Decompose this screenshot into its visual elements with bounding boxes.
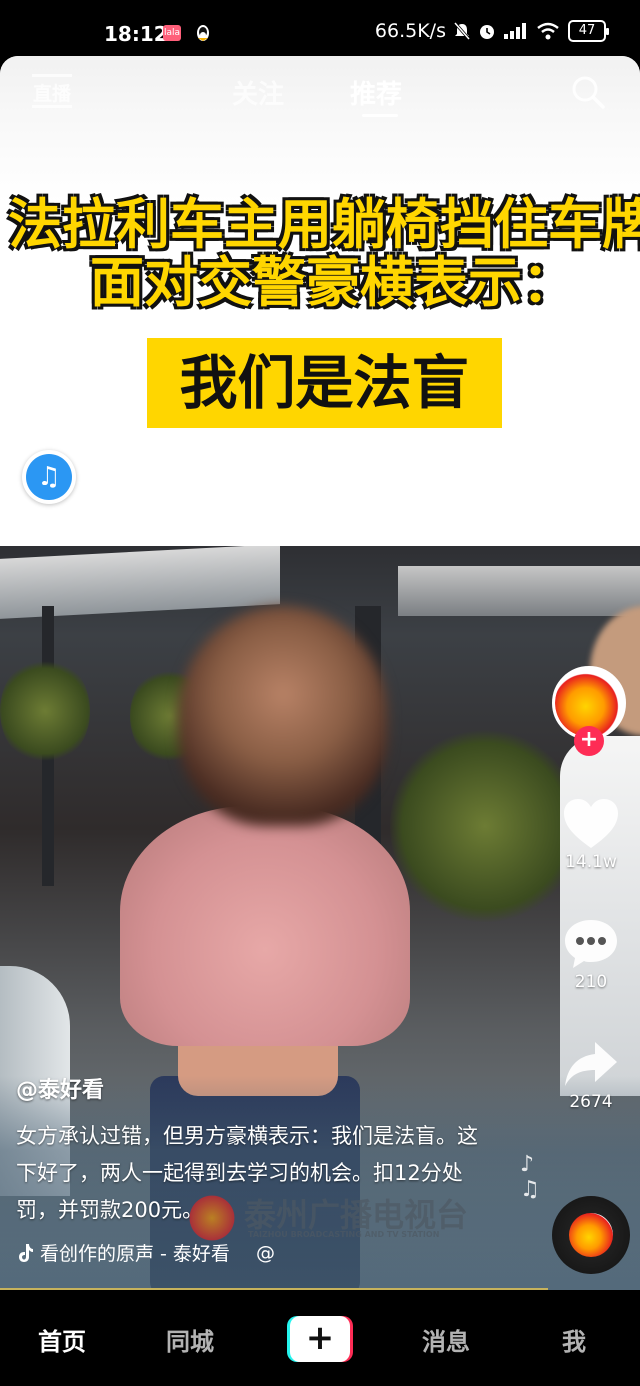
alarm-icon	[480, 25, 494, 39]
floating-music-notes-icon: ♪ ♫	[520, 1152, 540, 1202]
caption-background: 法拉利车主用躺椅挡住车牌 面对交警豪横表示： 我们是法盲 ♫	[0, 56, 640, 546]
nav-messages[interactable]: 消息	[422, 1322, 470, 1357]
broadcaster-logo-icon	[186, 1192, 238, 1244]
network-speed: 66.5K/s	[374, 20, 446, 42]
tab-follow[interactable]: 关注	[232, 74, 284, 111]
battery-indicator: 47	[568, 20, 609, 42]
comment-icon	[565, 920, 617, 968]
scene-plant	[0, 656, 90, 766]
music-disc-cover-icon	[569, 1213, 613, 1257]
tab-recommend[interactable]: 推荐	[350, 74, 402, 111]
qq-penguin-icon	[197, 25, 209, 41]
music-note-icon: ♫	[26, 454, 72, 500]
wifi-icon	[537, 22, 559, 40]
comment-button[interactable]: 210	[548, 916, 634, 992]
mute-icon	[454, 22, 470, 40]
comment-count: 210	[574, 972, 608, 992]
video-caption: 法拉利车主用躺椅挡住车牌 面对交警豪横表示： 我们是法盲	[8, 193, 640, 428]
app-notification-icon: lala	[163, 25, 181, 41]
top-nav: 直播 关注 推荐	[0, 56, 640, 126]
nav-me[interactable]: 我	[562, 1322, 586, 1357]
scene-person-body	[120, 806, 410, 1046]
watermark-subtitle: TAIZHOU BROADCASTING AND TV STATION	[248, 1230, 440, 1239]
caption-line-3: 我们是法盲	[147, 338, 502, 428]
bottom-nav: 首页 同城 + 消息 我	[0, 1290, 640, 1386]
plus-icon: +	[290, 1316, 350, 1362]
status-time: 18:12	[104, 22, 168, 46]
tiktok-note-icon	[19, 1243, 33, 1262]
live-entry-button[interactable]: 直播	[32, 74, 72, 108]
search-icon[interactable]	[570, 74, 606, 110]
status-right-group: 66.5K/s 47	[374, 20, 609, 42]
like-count: 14.1w	[565, 852, 617, 872]
caption-line-2: 面对交警豪横表示：	[90, 251, 576, 314]
share-count: 2674	[569, 1092, 613, 1112]
status-bar: 18:12 lala 66.5K/s 47	[0, 0, 640, 56]
share-button[interactable]: 2674	[548, 1036, 634, 1112]
nav-home[interactable]: 首页	[38, 1322, 86, 1357]
music-shortcut-button[interactable]: ♫	[22, 450, 76, 504]
create-post-button[interactable]: +	[287, 1316, 353, 1362]
caption-line-1: 法拉利车主用躺椅挡住车牌	[8, 193, 640, 256]
music-disc-button[interactable]	[552, 1196, 630, 1274]
active-tab-indicator	[362, 114, 398, 117]
nav-nearby[interactable]: 同城	[166, 1322, 214, 1357]
follow-button[interactable]: +	[574, 726, 604, 756]
author-name[interactable]: @泰好看	[16, 1072, 536, 1104]
like-button[interactable]: 14.1w	[548, 796, 634, 872]
share-arrow-icon	[565, 1042, 617, 1086]
heart-icon	[564, 799, 618, 848]
broadcaster-watermark: 泰州广播电视台 TAIZHOU BROADCASTING AND TV STAT…	[186, 1186, 486, 1250]
signal-icon	[504, 23, 526, 39]
scene-awning	[398, 566, 640, 616]
scene-person-face-blurred	[178, 606, 388, 826]
